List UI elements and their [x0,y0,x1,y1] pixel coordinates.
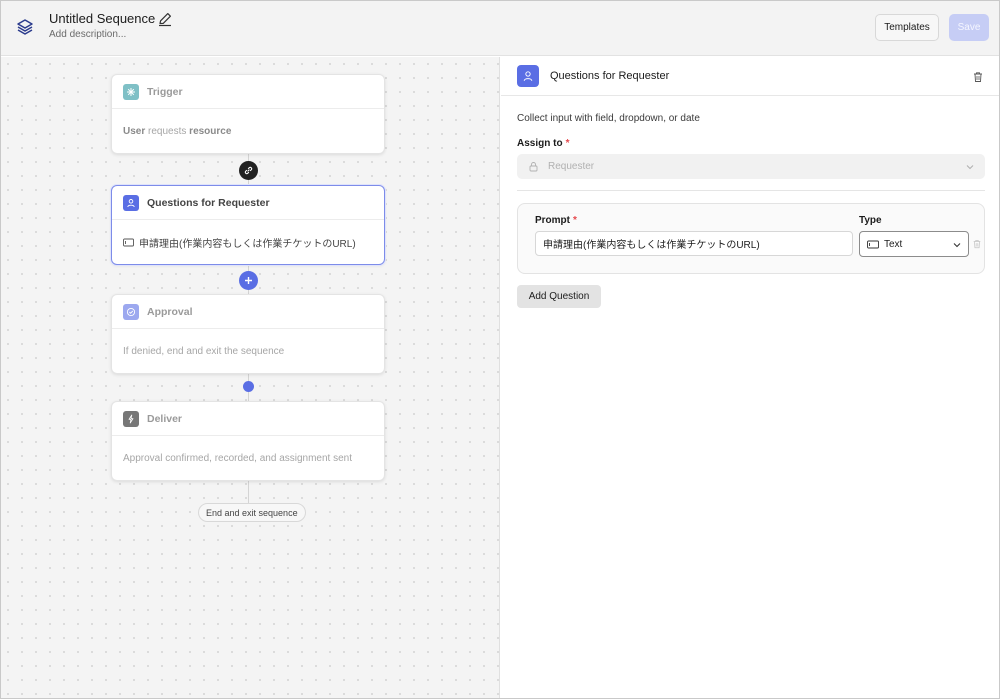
assign-select[interactable]: Requester [517,154,985,179]
chevron-down-icon [953,243,961,248]
card-header: Deliver [112,402,384,436]
text-field-icon [867,240,879,249]
templates-button[interactable]: Templates [875,14,939,41]
card-title: Deliver [147,412,183,425]
card-body: User requests resource [112,109,384,153]
bolt-icon [123,410,139,427]
trigger-icon [123,83,139,100]
card-title: Approval [147,305,193,318]
trigger-subject: User [123,125,146,137]
card-body: If denied, end and exit the sequence [123,345,285,357]
trigger-verb: requests [145,125,190,137]
prompt-label: Prompt * [535,215,577,226]
edit-icon[interactable] [157,11,173,27]
assign-label: Assign to * [517,138,569,149]
lock-icon [529,162,538,172]
questions-card[interactable]: Questions for Requester 申請理由(作業内容もしくは作業チ… [111,185,385,265]
type-value: Text [884,239,903,250]
type-label: Type [859,215,882,226]
connector-dot [243,381,254,392]
link-icon[interactable] [239,161,258,180]
text-field-icon [123,238,134,246]
user-icon [517,65,539,87]
trash-icon[interactable] [972,239,982,249]
sequence-canvas[interactable]: Trigger User requests resource Questions… [1,57,500,698]
trigger-card[interactable]: Trigger User requests resource [111,74,385,154]
question-card: Prompt * Type 申請理由(作業内容もしくは作業チケットのURL) Te… [517,203,985,274]
question-prompt: 申請理由(作業内容もしくは作業チケットのURL) [139,238,356,250]
add-question-button[interactable]: Add Question [517,285,601,308]
assign-label-text: Assign to [517,138,563,149]
sequence-title[interactable]: Untitled Sequence [49,11,155,26]
required-mark: * [573,215,577,226]
card-header: Trigger [112,75,384,109]
trash-icon[interactable] [972,71,984,83]
end-sequence-pill: End and exit sequence [198,503,306,522]
plus-icon[interactable] [239,271,258,290]
save-button[interactable]: Save [949,14,989,41]
card-body: 申請理由(作業内容もしくは作業チケットのURL) [112,220,384,264]
panel-header: Questions for Requester [501,57,999,96]
header: Untitled Sequence Add description... Tem… [1,1,999,56]
step-detail-panel: Questions for Requester Collect input wi… [501,57,999,698]
prompt-label-text: Prompt [535,215,570,226]
check-circle-icon [123,303,139,320]
card-title: Questions for Requester [147,196,270,209]
card-body: Approval confirmed, recorded, and assign… [123,452,353,464]
layers-icon [17,19,33,35]
divider [517,190,985,191]
required-mark: * [565,138,570,149]
panel-subtitle: Collect input with field, dropdown, or d… [517,113,700,124]
trigger-object: resource [189,125,232,137]
user-icon [123,194,139,211]
prompt-input[interactable]: 申請理由(作業内容もしくは作業チケットのURL) [535,231,853,256]
chevron-down-icon [966,165,974,170]
approval-card[interactable]: Approval If denied, end and exit the seq… [111,294,385,374]
type-select[interactable]: Text [859,231,969,257]
panel-title: Questions for Requester [550,70,670,82]
connector-line [248,480,249,504]
deliver-card[interactable]: Deliver Approval confirmed, recorded, an… [111,401,385,481]
card-header: Approval [112,295,384,329]
assign-value: Requester [548,161,595,172]
card-header: Questions for Requester [112,186,384,220]
sequence-description[interactable]: Add description... [49,29,126,40]
card-title: Trigger [147,85,183,98]
app-window: Untitled Sequence Add description... Tem… [0,0,1000,699]
